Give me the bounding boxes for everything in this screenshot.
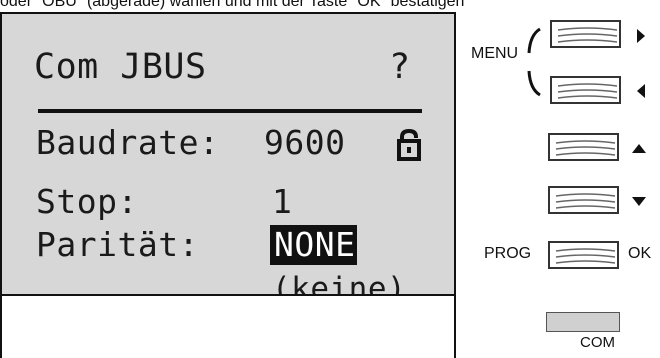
com-label: COM [580, 334, 615, 351]
menu-title: Com JBUS [34, 47, 207, 87]
prog-label: PROG [484, 245, 532, 262]
key-lines-icon [555, 248, 616, 264]
down-button[interactable] [548, 186, 619, 214]
parity-description: (keine) [272, 271, 407, 296]
key-lines-icon [557, 83, 618, 99]
arrow-left-icon [637, 84, 645, 98]
menu-down-button[interactable] [550, 76, 621, 104]
up-button[interactable] [548, 133, 619, 161]
prog-ok-button[interactable] [548, 241, 619, 269]
arrow-right-icon [637, 29, 645, 43]
stop-label: Stop: [36, 182, 138, 221]
key-lines-icon [555, 193, 616, 209]
menu-up-button[interactable] [550, 20, 621, 48]
menu-brace-top-icon [527, 27, 541, 54]
menu-brace-bottom-icon [527, 70, 541, 97]
baudrate-value: 9600 [264, 123, 346, 162]
arrow-down-icon [632, 197, 646, 206]
ok-label: OK [628, 245, 652, 262]
title-underline [38, 109, 422, 113]
parity-value: NONE [270, 225, 358, 265]
baudrate-label: Baudrate: [36, 123, 220, 162]
help-symbol: ? [389, 47, 411, 87]
stop-value: 1 [272, 182, 293, 221]
parity-label: Parität: [36, 225, 199, 264]
device-manual-page: oder "OBU" (abgerade) wählen und mit der… [0, 0, 660, 358]
lcd-display: Com JBUS ? Baudrate: 9600 Stop: 1 Paritä… [2, 14, 454, 296]
arrow-up-icon [632, 144, 646, 153]
lock-icon [397, 128, 421, 161]
com-button[interactable] [546, 312, 620, 332]
key-lines-icon [557, 27, 618, 43]
menu-label: MENU [471, 45, 519, 62]
key-lines-icon [555, 140, 616, 156]
